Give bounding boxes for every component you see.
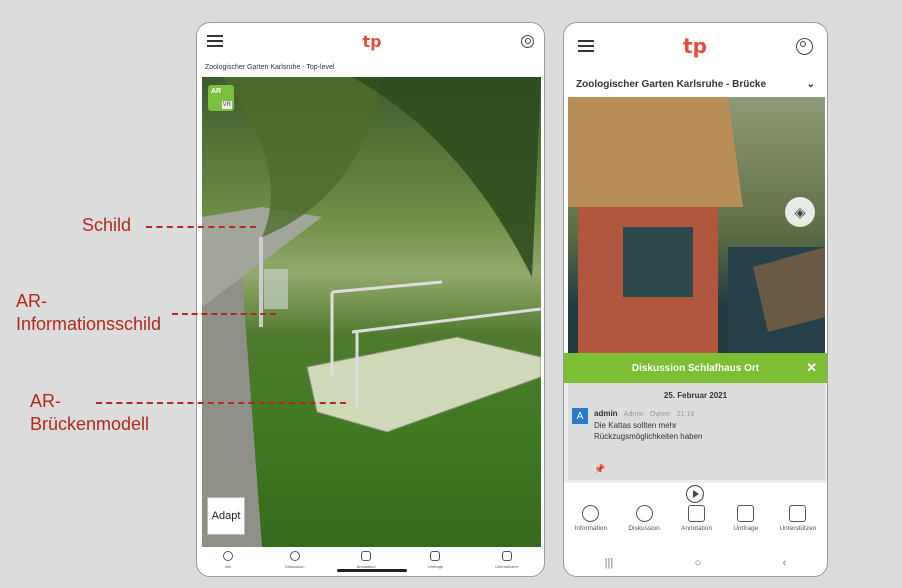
right-bottom-tabbar: Information Diskussion Annotation Umfrag… bbox=[564, 505, 827, 545]
annotation-ar-bridge-line2: Brückenmodell bbox=[30, 414, 150, 435]
back-button[interactable]: ‹ bbox=[783, 557, 787, 569]
comment-badge: Owner bbox=[649, 411, 671, 418]
discussion-panel: Diskussion Schlafhaus Ort ✕ 25. Februar … bbox=[564, 353, 827, 483]
left-app-header: tp bbox=[197, 23, 544, 59]
tab-label: Annotation bbox=[681, 525, 713, 532]
discussion-title: Diskussion Schlafhaus Ort bbox=[631, 362, 760, 374]
annotation-ar-info-sign: AR- Informationsschild bbox=[16, 290, 161, 337]
ar-camera-view[interactable]: AR VR Adapt bbox=[202, 77, 541, 547]
breadcrumb-text: Zoologischer Garten Karlsruhe - Brücke bbox=[576, 78, 767, 90]
breadcrumb: Zoologischer Garten Karlsruhe - Top-leve… bbox=[197, 59, 544, 75]
comment-text-line1: Die Kattas sollten mehr bbox=[594, 420, 677, 430]
avatar: A bbox=[572, 408, 588, 424]
pin-icon[interactable]: 📌 bbox=[594, 464, 605, 475]
annotation-icon bbox=[688, 505, 706, 522]
tab-label: Information bbox=[574, 525, 608, 532]
ar-bridge-model bbox=[306, 336, 541, 433]
info-icon bbox=[582, 505, 600, 522]
left-phone: tp Zoologischer Garten Karlsruhe - Top-l… bbox=[196, 22, 545, 577]
info-icon bbox=[223, 551, 234, 561]
annotation-ar-info-sign-line2: Informationsschild bbox=[16, 314, 162, 335]
ar-info-sign bbox=[264, 269, 288, 309]
hamburger-menu-icon[interactable] bbox=[578, 40, 594, 52]
chevron-down-icon: ⌄ bbox=[806, 78, 815, 90]
tab-annotation[interactable]: Annotation bbox=[681, 505, 712, 545]
play-icon bbox=[693, 490, 699, 498]
ar-label: AR bbox=[211, 88, 222, 95]
layers-button[interactable]: ◈ bbox=[785, 197, 815, 227]
tab-label: Diskussion bbox=[285, 564, 305, 569]
user-account-icon[interactable] bbox=[795, 37, 813, 55]
hamburger-menu-icon[interactable] bbox=[207, 35, 223, 47]
tab-label: Umfrage bbox=[733, 525, 759, 532]
tab-diskussion[interactable]: Diskussion bbox=[285, 551, 304, 573]
comment-text-line2: Rückzugsmöglichkeiten haben bbox=[594, 431, 703, 441]
right-app-header: tp bbox=[564, 23, 827, 69]
home-button[interactable]: ○ bbox=[695, 557, 702, 569]
comment-time: 21:18 bbox=[676, 411, 695, 418]
comment-author: admin bbox=[594, 409, 618, 418]
breadcrumb-dropdown[interactable]: Zoologischer Garten Karlsruhe - Brücke ⌄ bbox=[564, 73, 827, 95]
right-phone: tp Zoologischer Garten Karlsruhe - Brück… bbox=[563, 22, 828, 577]
tab-label: Diskussion bbox=[628, 525, 660, 532]
annotation-ar-info-sign-line1: AR- bbox=[16, 291, 47, 311]
annotation-ar-bridge: AR- Brückenmodell bbox=[30, 390, 149, 437]
discussion-date: 25. Februar 2021 bbox=[663, 391, 728, 400]
tab-umfrage[interactable]: Umfrage bbox=[733, 505, 758, 545]
survey-icon bbox=[737, 505, 755, 522]
tab-label: Unterstützen bbox=[495, 564, 518, 569]
adapt-button[interactable]: Adapt bbox=[207, 497, 245, 535]
annotation-sign: Schild bbox=[82, 215, 132, 235]
chat-icon bbox=[635, 505, 653, 522]
support-icon bbox=[501, 551, 512, 561]
chat-icon bbox=[289, 551, 300, 561]
annotation-ar-info-sign-leader bbox=[172, 313, 276, 315]
tab-info[interactable]: Info bbox=[223, 551, 234, 573]
comment-role: Admin bbox=[623, 411, 644, 418]
ar-vr-toggle[interactable]: AR VR bbox=[208, 85, 234, 111]
close-icon[interactable]: ✕ bbox=[806, 360, 817, 376]
annotation-icon bbox=[361, 551, 372, 561]
app-logo: tp bbox=[362, 31, 382, 51]
app-logo: tp bbox=[683, 34, 707, 58]
annotation-sign-leader bbox=[146, 226, 256, 228]
breadcrumb-text: Zoologischer Garten Karlsruhe - Top-leve… bbox=[205, 63, 335, 71]
tab-label: Umfrage bbox=[427, 564, 444, 569]
ar-scene-illustration bbox=[202, 77, 541, 547]
tab-label: Unterstützen bbox=[779, 525, 817, 532]
support-icon bbox=[789, 505, 807, 522]
vr-label: VR bbox=[221, 101, 232, 109]
tab-label: Info bbox=[224, 564, 232, 569]
home-indicator[interactable] bbox=[337, 569, 407, 572]
layers-icon: ◈ bbox=[794, 203, 806, 220]
discussion-panel-header: Diskussion Schlafhaus Ort ✕ bbox=[564, 353, 827, 383]
tab-unterstuetzen[interactable]: Unterstützen bbox=[779, 505, 816, 545]
tab-umfrage[interactable]: Umfrage bbox=[428, 551, 443, 573]
annotation-ar-bridge-leader bbox=[96, 402, 346, 404]
survey-icon bbox=[430, 551, 441, 561]
comment-item: A admin Admin Owner 21:18 Die Kattas sol… bbox=[564, 408, 827, 442]
tab-information[interactable]: Information bbox=[574, 505, 608, 545]
user-account-icon[interactable] bbox=[520, 34, 534, 48]
play-button[interactable] bbox=[686, 485, 704, 503]
recent-apps-button[interactable]: ||| bbox=[605, 557, 614, 569]
android-nav-bar: ||| ○ ‹ bbox=[564, 551, 827, 575]
tab-unterstuetzen[interactable]: Unterstützen bbox=[495, 551, 518, 573]
tab-diskussion[interactable]: Diskussion bbox=[628, 505, 660, 545]
